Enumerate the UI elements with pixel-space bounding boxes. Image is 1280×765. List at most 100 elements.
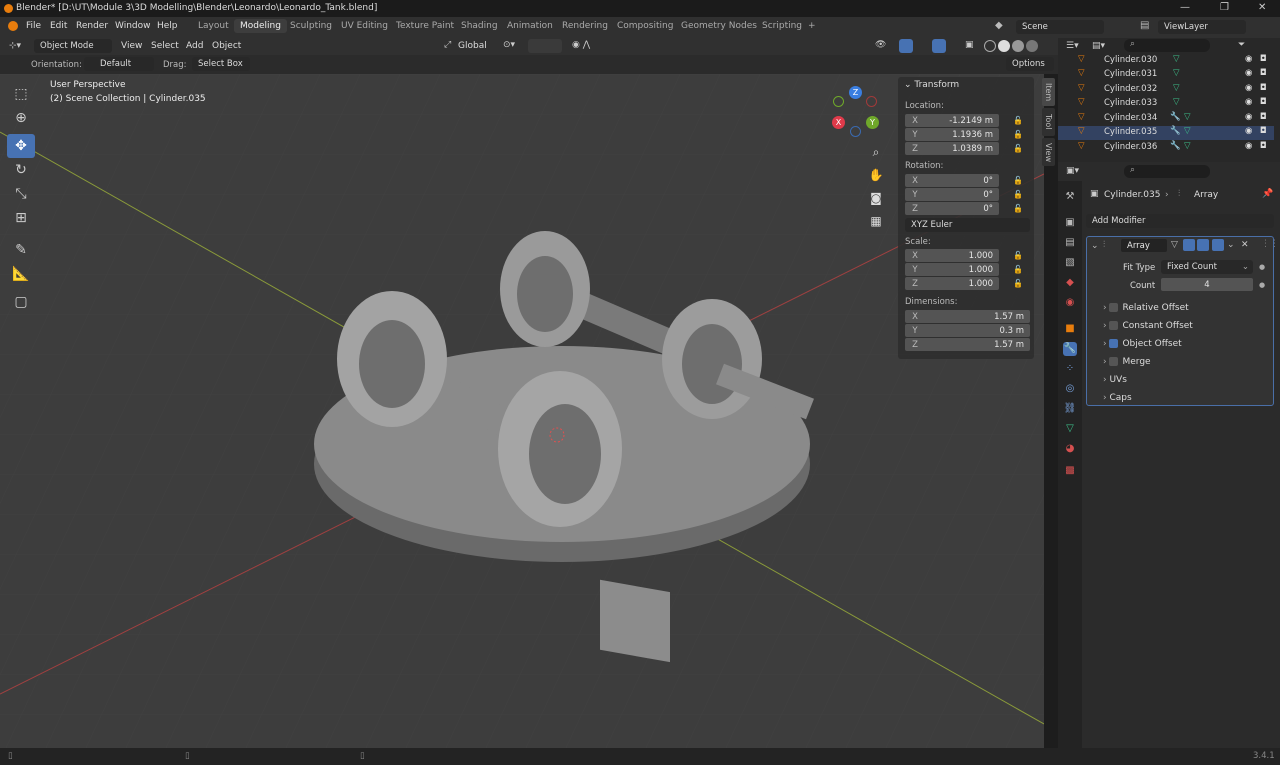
- sidebar-tab-item[interactable]: Item: [1042, 78, 1055, 106]
- snap-toggle[interactable]: [528, 39, 562, 53]
- move-tool-icon[interactable]: ✥: [7, 134, 35, 158]
- transform-orientation-selector[interactable]: Global: [458, 41, 487, 51]
- gizmo-neg-z[interactable]: [850, 126, 861, 137]
- outliner-row[interactable]: ▽ Cylinder.036 🔧 ▽ ◉ ◘: [1058, 141, 1274, 155]
- subpanel-uvs[interactable]: › UVs: [1103, 375, 1127, 385]
- tab-layout[interactable]: Layout: [198, 21, 229, 31]
- render-toggle[interactable]: [1212, 239, 1224, 251]
- tab-scripting[interactable]: Scripting: [762, 21, 802, 31]
- physics-tab-icon[interactable]: ◎: [1063, 382, 1077, 396]
- remove-modifier-icon[interactable]: ✕: [1241, 240, 1249, 250]
- rotation-x-field[interactable]: X 0°: [905, 174, 999, 187]
- subpanel-object-offset[interactable]: › Object Offset: [1103, 339, 1182, 349]
- dimensions-z-field[interactable]: Z 1.57 m: [905, 338, 1030, 351]
- scene-selector[interactable]: Scene: [1016, 20, 1104, 34]
- merge-checkbox[interactable]: [1109, 357, 1119, 366]
- ortho-grid-icon[interactable]: ▦: [866, 211, 886, 231]
- constraints-tab-icon[interactable]: ⛓: [1063, 402, 1077, 416]
- lock-icon[interactable]: 🔓: [1013, 176, 1023, 185]
- tab-sculpting[interactable]: Sculpting: [290, 21, 332, 31]
- subpanel-constant-offset[interactable]: › Constant Offset: [1103, 321, 1193, 331]
- xray-icon[interactable]: ▣: [965, 40, 974, 50]
- keyframe-dot-icon[interactable]: ●: [1259, 281, 1265, 289]
- dimensions-x-field[interactable]: X 1.57 m: [905, 310, 1030, 323]
- sidebar-tab-tool[interactable]: Tool: [1042, 108, 1055, 136]
- sidebar-tab-view[interactable]: View: [1042, 138, 1055, 166]
- modifier-name-input[interactable]: Array: [1121, 239, 1167, 252]
- zoom-icon[interactable]: ⌕: [866, 142, 886, 162]
- gizmo-toggle[interactable]: [899, 39, 913, 53]
- options-button[interactable]: Options: [1006, 57, 1054, 71]
- tab-texture-paint[interactable]: Texture Paint: [396, 21, 454, 31]
- object-tab-icon[interactable]: ■: [1063, 322, 1077, 336]
- material-tab-icon[interactable]: ◕: [1063, 442, 1077, 456]
- blender-menu-icon[interactable]: [8, 21, 18, 31]
- location-z-field[interactable]: Z 1.0389 m: [905, 142, 999, 155]
- gizmo-x-axis[interactable]: X: [832, 116, 845, 129]
- render-tab-icon[interactable]: ▣: [1063, 216, 1077, 230]
- camera-render-icon[interactable]: ◘: [1260, 112, 1267, 122]
- subpanel-merge[interactable]: › Merge: [1103, 357, 1151, 367]
- add-modifier-button[interactable]: Add Modifier: [1086, 214, 1274, 228]
- gizmo-z-axis[interactable]: Z: [849, 86, 862, 99]
- outliner-editor-icon[interactable]: ☰▾: [1066, 41, 1079, 51]
- eye-icon[interactable]: ◉: [1245, 83, 1252, 93]
- camera-render-icon[interactable]: ◘: [1260, 141, 1267, 151]
- outliner-row[interactable]: ▽ Cylinder.034 🔧 ▽ ◉ ◘: [1058, 112, 1274, 126]
- cursor-tool-icon[interactable]: ⊕: [7, 106, 35, 130]
- minimize-button[interactable]: —: [1180, 2, 1190, 13]
- rotation-z-field[interactable]: Z 0°: [905, 202, 999, 215]
- gizmo-neg-x[interactable]: [866, 96, 877, 107]
- transform-section-header[interactable]: ⌄ Transform: [904, 80, 959, 90]
- lock-icon[interactable]: 🔓: [1013, 190, 1023, 199]
- dimensions-y-field[interactable]: Y 0.3 m: [905, 324, 1030, 337]
- eye-icon[interactable]: ◉: [1245, 126, 1252, 136]
- modifier-options-chevron-icon[interactable]: ⌄: [1227, 240, 1235, 250]
- scene-tab-icon[interactable]: ◆: [1063, 276, 1077, 290]
- camera-render-icon[interactable]: ◘: [1260, 54, 1267, 64]
- eye-icon[interactable]: ◉: [1245, 97, 1252, 107]
- orientation-selector[interactable]: Default: [84, 57, 154, 71]
- lock-icon[interactable]: 🔓: [1013, 204, 1023, 213]
- eye-icon[interactable]: ◉: [1245, 54, 1252, 64]
- camera-icon[interactable]: ◙: [866, 188, 886, 208]
- menu-window[interactable]: Window: [115, 21, 151, 31]
- scale-tool-icon[interactable]: ⤡: [7, 182, 35, 206]
- gizmo-neg-y[interactable]: [833, 96, 844, 107]
- transform-tool-icon[interactable]: ⊞: [7, 206, 35, 230]
- rotation-mode-selector[interactable]: XYZ Euler: [905, 218, 1030, 232]
- overlay-toggle[interactable]: [932, 39, 946, 53]
- menu-select[interactable]: Select: [151, 41, 179, 51]
- collapse-chevron-icon[interactable]: ⌄: [1091, 241, 1099, 251]
- keyframe-dot-icon[interactable]: ●: [1259, 263, 1265, 271]
- add-workspace-button[interactable]: +: [808, 21, 816, 31]
- lock-icon[interactable]: 🔓: [1013, 116, 1023, 125]
- lock-icon[interactable]: 🔓: [1013, 130, 1023, 139]
- add-cube-tool-icon[interactable]: ▢: [7, 290, 35, 314]
- subpanel-caps[interactable]: › Caps: [1103, 393, 1132, 403]
- tab-animation[interactable]: Animation: [507, 21, 553, 31]
- subpanel-relative-offset[interactable]: › Relative Offset: [1103, 303, 1189, 313]
- tab-shading[interactable]: Shading: [461, 21, 498, 31]
- material-shading-button[interactable]: [1012, 40, 1024, 52]
- scale-x-field[interactable]: X 1.000: [905, 249, 999, 262]
- object-offset-checkbox[interactable]: [1109, 339, 1119, 348]
- particles-tab-icon[interactable]: ⁘: [1063, 362, 1077, 376]
- outliner-row-selected[interactable]: ▽ Cylinder.035 🔧 ▽ ◉ ◘: [1058, 126, 1274, 140]
- scale-y-field[interactable]: Y 1.000: [905, 263, 999, 276]
- world-tab-icon[interactable]: ◉: [1063, 296, 1077, 310]
- location-y-field[interactable]: Y 1.1936 m: [905, 128, 999, 141]
- tab-compositing[interactable]: Compositing: [617, 21, 673, 31]
- camera-render-icon[interactable]: ◘: [1260, 68, 1267, 78]
- eye-icon[interactable]: ◉: [1245, 112, 1252, 122]
- count-field[interactable]: 4: [1161, 278, 1253, 291]
- outliner-row[interactable]: ▽ Cylinder.033 ▽ ◉ ◘: [1058, 97, 1274, 111]
- menu-help[interactable]: Help: [157, 21, 178, 31]
- camera-render-icon[interactable]: ◘: [1260, 83, 1267, 93]
- outliner-row[interactable]: ▽ Cylinder.032 ▽ ◉ ◘: [1058, 83, 1274, 97]
- location-x-field[interactable]: X -1.2149 m: [905, 114, 999, 127]
- gizmo-y-axis[interactable]: Y: [866, 116, 879, 129]
- editor-type-icon[interactable]: ⊹▾: [9, 41, 21, 51]
- lock-icon[interactable]: 🔓: [1013, 251, 1023, 260]
- edit-mode-toggle-icon[interactable]: ▽: [1171, 240, 1178, 250]
